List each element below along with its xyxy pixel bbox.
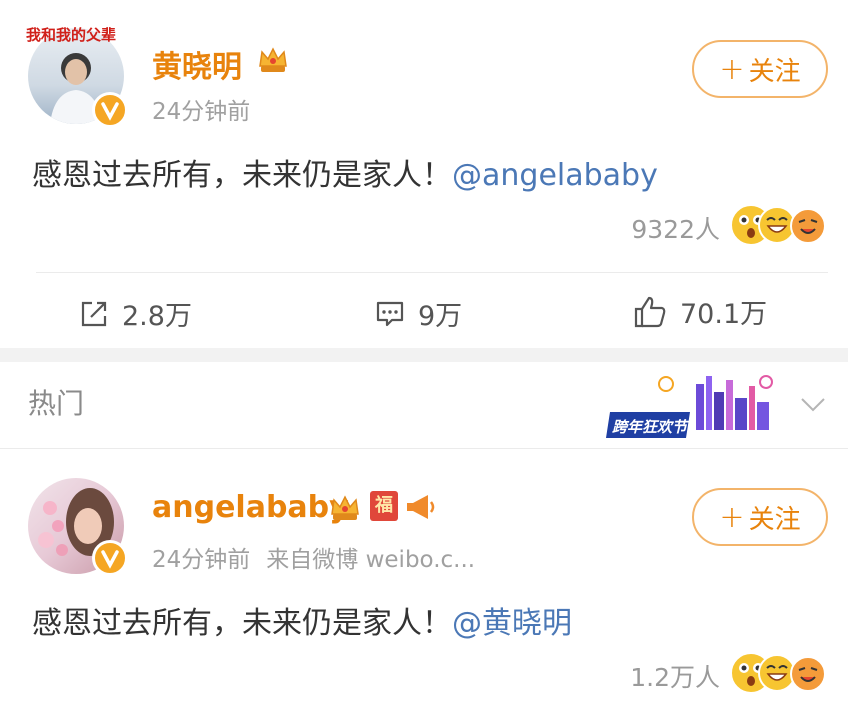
comment-button[interactable]: 9万 xyxy=(374,294,462,333)
repost-button[interactable]: 2.8万 xyxy=(78,294,192,333)
follow-button[interactable]: + 关注 xyxy=(692,40,828,98)
avatar-overlay-text: 我和我的父辈 xyxy=(26,26,117,44)
verified-badge-icon xyxy=(92,540,128,576)
fu-badge-icon: 福 xyxy=(370,491,398,521)
plus-icon: + xyxy=(719,499,745,535)
emoji-tongue-icon xyxy=(790,656,826,692)
emoji-tongue-icon xyxy=(790,208,826,244)
crown-vip-icon xyxy=(328,490,362,528)
username[interactable]: 黄晓明 xyxy=(152,42,242,86)
post-text: 感恩过去所有，未来仍是家人！@angelababy xyxy=(32,158,658,193)
like-button[interactable]: 70.1万 xyxy=(632,292,767,331)
new-year-banner[interactable]: 2022 跨年狂欢节 xyxy=(606,372,784,442)
post-text: 感恩过去所有，未来仍是家人！@黄晓明 xyxy=(32,606,572,641)
hot-label: 热门 xyxy=(28,387,85,420)
banner-year: 2022 xyxy=(634,398,673,414)
reactions-count[interactable]: 1.2万人 xyxy=(560,658,720,694)
post-source: 来自微博 weibo.c... xyxy=(266,547,476,573)
divider xyxy=(0,448,848,449)
comment-icon xyxy=(376,301,404,326)
crown-vip-icon xyxy=(256,42,290,80)
post-time: 24分钟前 xyxy=(152,99,251,125)
plus-icon: + xyxy=(719,51,745,87)
section-gap xyxy=(0,348,848,362)
divider xyxy=(36,272,828,273)
chevron-down-icon[interactable] xyxy=(798,392,828,420)
follow-button[interactable]: + 关注 xyxy=(692,488,828,546)
verified-badge-icon xyxy=(92,92,128,128)
thumbs-up-icon xyxy=(634,296,666,327)
megaphone-icon xyxy=(404,492,438,526)
mention-link[interactable]: @黄晓明 xyxy=(452,606,572,641)
reactions-count[interactable]: 9322人 xyxy=(560,210,720,246)
repost-icon xyxy=(81,301,107,326)
banner-text: 跨年狂欢节 xyxy=(612,418,688,436)
post-time: 24分钟前 来自微博 weibo.c... xyxy=(152,547,476,573)
username[interactable]: angelababy xyxy=(152,490,349,525)
mention-link[interactable]: @angelababy xyxy=(452,158,658,193)
